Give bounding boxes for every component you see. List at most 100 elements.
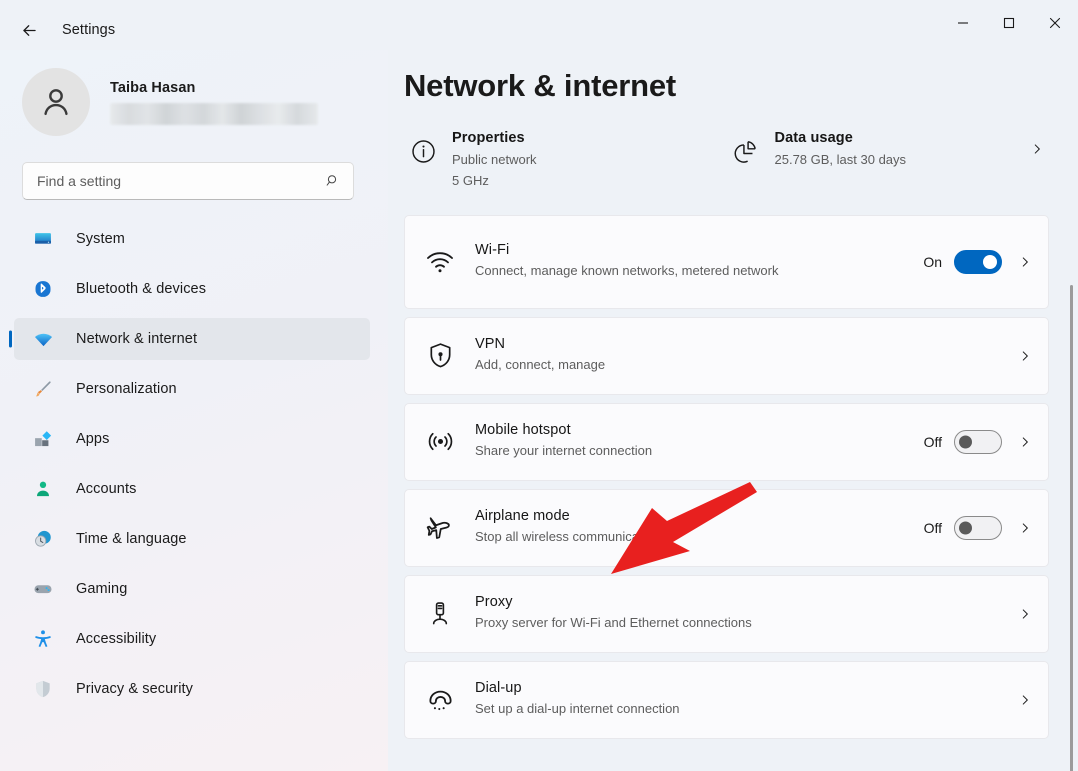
card-airplane-mode[interactable]: Airplane mode Stop all wireless communic… xyxy=(404,489,1049,567)
airplane-icon xyxy=(405,513,475,543)
card-title: Airplane mode xyxy=(475,508,910,524)
sidebar-item-label: Bluetooth & devices xyxy=(76,281,206,297)
toggle-knob xyxy=(983,255,997,269)
card-subtitle: Share your internet connection xyxy=(475,442,910,461)
airplane-state-label: Off xyxy=(920,520,942,536)
minimize-icon xyxy=(957,17,969,29)
maximize-icon xyxy=(1003,17,1015,29)
hotspot-state-label: Off xyxy=(920,434,942,450)
close-button[interactable] xyxy=(1032,0,1078,46)
sidebar-item-label: Time & language xyxy=(76,531,187,547)
proxy-server-icon xyxy=(405,600,475,628)
main-content: Network & internet Properties Public net… xyxy=(388,50,1078,771)
account-summary[interactable]: Taiba Hasan xyxy=(22,68,388,136)
chevron-right-icon[interactable] xyxy=(1016,349,1034,363)
card-subtitle: Proxy server for Wi-Fi and Ethernet conn… xyxy=(475,614,1006,633)
wifi-state-label: On xyxy=(920,254,942,270)
account-email-redacted xyxy=(110,103,318,125)
card-title: VPN xyxy=(475,336,1006,352)
dialup-phone-icon xyxy=(405,685,475,714)
card-wifi[interactable]: Wi-Fi Connect, manage known networks, me… xyxy=(404,215,1049,309)
toggle-knob xyxy=(959,521,972,534)
wifi-icon xyxy=(32,328,54,350)
minimize-button[interactable] xyxy=(940,0,986,46)
close-icon xyxy=(1049,17,1061,29)
properties-network-type: Public network xyxy=(452,151,725,170)
sidebar-item-label: Personalization xyxy=(76,381,177,397)
card-title: Proxy xyxy=(475,594,1006,610)
card-title: Wi-Fi xyxy=(475,242,910,258)
card-dial-up[interactable]: Dial-up Set up a dial-up internet connec… xyxy=(404,661,1049,739)
gamepad-icon xyxy=(32,578,54,600)
sidebar-item-label: System xyxy=(76,231,125,247)
shield-icon xyxy=(32,678,54,700)
card-mobile-hotspot[interactable]: Mobile hotspot Share your internet conne… xyxy=(404,403,1049,481)
maximize-button[interactable] xyxy=(986,0,1032,46)
pie-chart-icon xyxy=(729,134,763,168)
search-input[interactable] xyxy=(23,173,353,189)
properties-band: 5 GHz xyxy=(452,172,725,191)
sidebar-item-label: Accessibility xyxy=(76,631,156,647)
properties-title: Properties xyxy=(452,130,725,146)
settings-card-list: Wi-Fi Connect, manage known networks, me… xyxy=(404,215,1049,739)
sidebar-item-label: Gaming xyxy=(76,581,127,597)
bluetooth-icon xyxy=(32,278,54,300)
chevron-right-icon[interactable] xyxy=(1016,607,1034,621)
card-vpn[interactable]: VPN Add, connect, manage xyxy=(404,317,1049,395)
sidebar-item-label: Apps xyxy=(76,431,109,447)
data-usage-title: Data usage xyxy=(775,130,1028,146)
clock-globe-icon xyxy=(32,528,54,550)
account-name: Taiba Hasan xyxy=(110,80,318,96)
card-proxy[interactable]: Proxy Proxy server for Wi-Fi and Etherne… xyxy=(404,575,1049,653)
person-icon xyxy=(32,478,54,500)
sidebar-item-gaming[interactable]: Gaming xyxy=(14,568,370,610)
sidebar-item-personalization[interactable]: Personalization xyxy=(14,368,370,410)
card-subtitle: Set up a dial-up internet connection xyxy=(475,700,1006,719)
sidebar: Taiba Hasan xyxy=(0,50,388,771)
airplane-mode-toggle[interactable] xyxy=(954,516,1002,540)
main-scrollbar[interactable] xyxy=(1070,285,1073,771)
chevron-right-icon[interactable] xyxy=(1016,521,1034,535)
sidebar-item-bluetooth-devices[interactable]: Bluetooth & devices xyxy=(14,268,370,310)
sidebar-nav: System Bluetooth & devices xyxy=(0,218,388,710)
hotspot-toggle[interactable] xyxy=(954,430,1002,454)
avatar xyxy=(22,68,90,136)
person-avatar-icon xyxy=(37,83,75,121)
paintbrush-icon xyxy=(32,378,54,400)
window-title: Settings xyxy=(62,22,115,38)
wifi-icon xyxy=(405,247,475,277)
data-usage-value: 25.78 GB, last 30 days xyxy=(775,151,1028,170)
sidebar-item-label: Privacy & security xyxy=(76,681,193,697)
card-subtitle: Add, connect, manage xyxy=(475,356,1006,375)
settings-window: Settings xyxy=(0,0,1078,771)
sidebar-item-system[interactable]: System xyxy=(14,218,370,260)
sidebar-item-accessibility[interactable]: Accessibility xyxy=(14,618,370,660)
info-icon xyxy=(406,134,440,168)
data-usage-summary[interactable]: Data usage 25.78 GB, last 30 days xyxy=(727,126,1050,195)
hotspot-broadcast-icon xyxy=(405,427,475,456)
properties-summary[interactable]: Properties Public network 5 GHz xyxy=(404,126,727,195)
card-title: Mobile hotspot xyxy=(475,422,910,438)
back-button[interactable] xyxy=(12,13,46,47)
toggle-knob xyxy=(959,435,972,448)
summary-row: Properties Public network 5 GHz Data usa… xyxy=(404,126,1049,195)
window-controls xyxy=(940,0,1078,46)
sidebar-item-network-internet[interactable]: Network & internet xyxy=(14,318,370,360)
back-arrow-icon xyxy=(20,21,39,40)
search-box[interactable] xyxy=(22,162,354,200)
card-title: Dial-up xyxy=(475,680,1006,696)
chevron-right-icon[interactable] xyxy=(1016,435,1034,449)
accessibility-icon xyxy=(32,628,54,650)
sidebar-item-accounts[interactable]: Accounts xyxy=(14,468,370,510)
apps-icon xyxy=(32,428,54,450)
sidebar-item-apps[interactable]: Apps xyxy=(14,418,370,460)
sidebar-item-time-language[interactable]: Time & language xyxy=(14,518,370,560)
chevron-right-icon[interactable] xyxy=(1016,693,1034,707)
wifi-toggle[interactable] xyxy=(954,250,1002,274)
card-subtitle: Stop all wireless communication xyxy=(475,528,910,547)
chevron-right-icon[interactable] xyxy=(1016,255,1034,269)
monitor-icon xyxy=(32,228,54,250)
vpn-shield-lock-icon xyxy=(405,341,475,370)
sidebar-item-privacy-security[interactable]: Privacy & security xyxy=(14,668,370,710)
page-title: Network & internet xyxy=(404,68,1078,104)
